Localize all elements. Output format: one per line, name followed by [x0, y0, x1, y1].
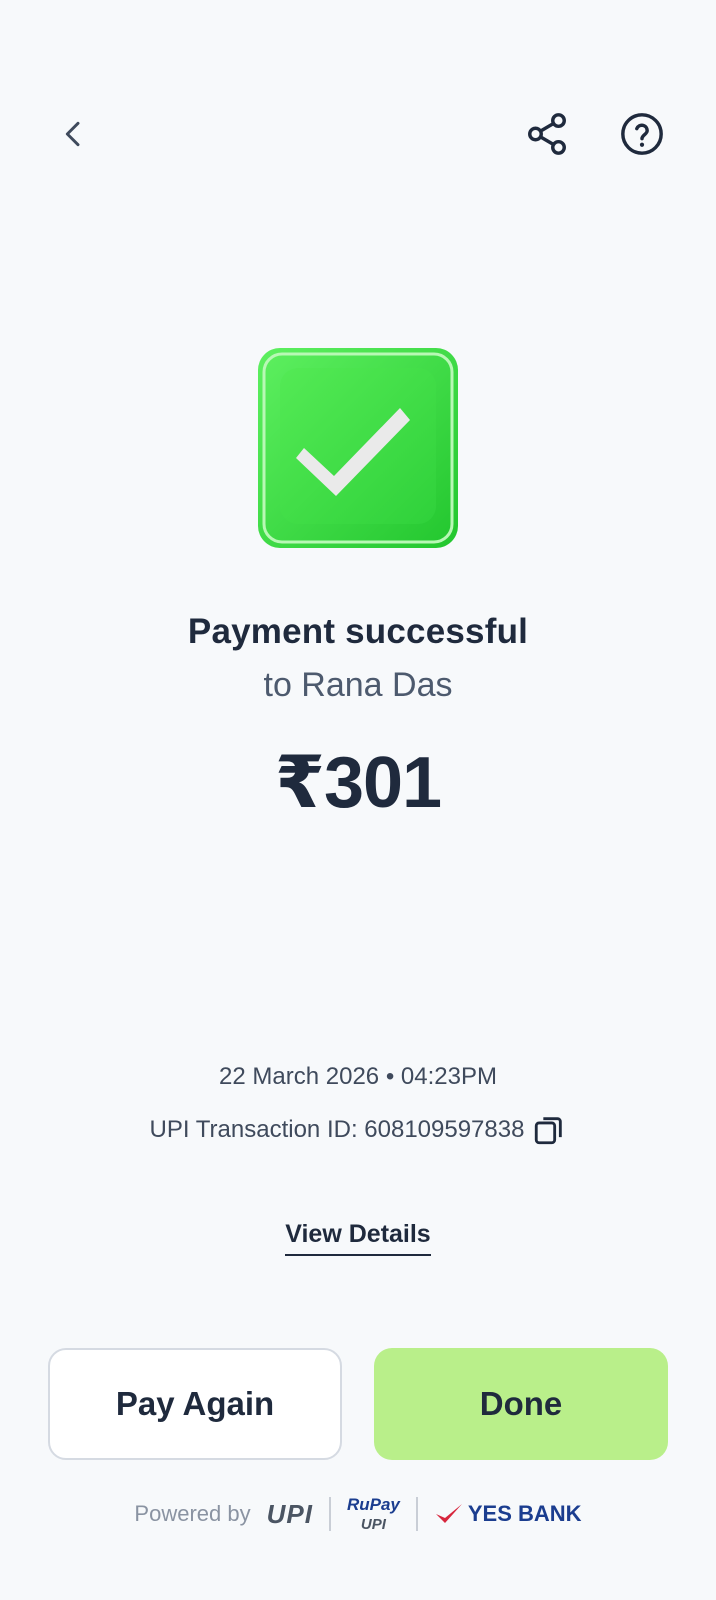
share-icon — [528, 113, 566, 155]
footer-divider — [328, 1497, 331, 1531]
view-details-link[interactable]: View Details — [285, 1220, 431, 1256]
success-check-icon — [258, 348, 458, 548]
share-button[interactable] — [515, 102, 579, 166]
rupay-upi-text: UPI — [360, 1516, 386, 1533]
rupay-logo: RuPay UPI — [347, 1496, 400, 1532]
yes-bank-check-icon — [435, 1504, 462, 1523]
help-button[interactable] — [610, 102, 674, 166]
copy-icon[interactable] — [532, 1113, 566, 1147]
transaction-id: UPI Transaction ID: 608109597838 — [149, 1116, 525, 1143]
rupay-logo-text: RuPay — [346, 1495, 400, 1514]
powered-by-footer: Powered by UPI RuPay UPI YES BANK — [0, 1488, 716, 1540]
top-bar — [0, 0, 716, 260]
success-badge — [256, 346, 460, 550]
chevron-left-icon — [65, 121, 80, 147]
yes-bank-text: YES BANK — [467, 1501, 582, 1526]
payment-amount: ₹301 — [274, 743, 442, 823]
transaction-id-row: UPI Transaction ID: 608109597838 — [0, 1113, 716, 1147]
done-button[interactable]: Done — [374, 1348, 668, 1460]
transaction-datetime: 22 March 2026 • 04:23PM — [219, 1063, 497, 1090]
recipient-name: to Rana Das — [263, 666, 453, 704]
yes-bank-logo: YES BANK — [434, 1501, 582, 1527]
pay-again-button[interactable]: Pay Again — [48, 1348, 342, 1460]
view-details-container: View Details — [0, 1220, 716, 1256]
upi-logo: UPI — [266, 1498, 313, 1529]
powered-by-label: Powered by — [134, 1501, 251, 1526]
status-title: Payment successful — [187, 612, 529, 651]
footer-divider — [415, 1497, 418, 1531]
help-circle-icon — [621, 113, 663, 155]
back-button[interactable] — [42, 102, 106, 166]
